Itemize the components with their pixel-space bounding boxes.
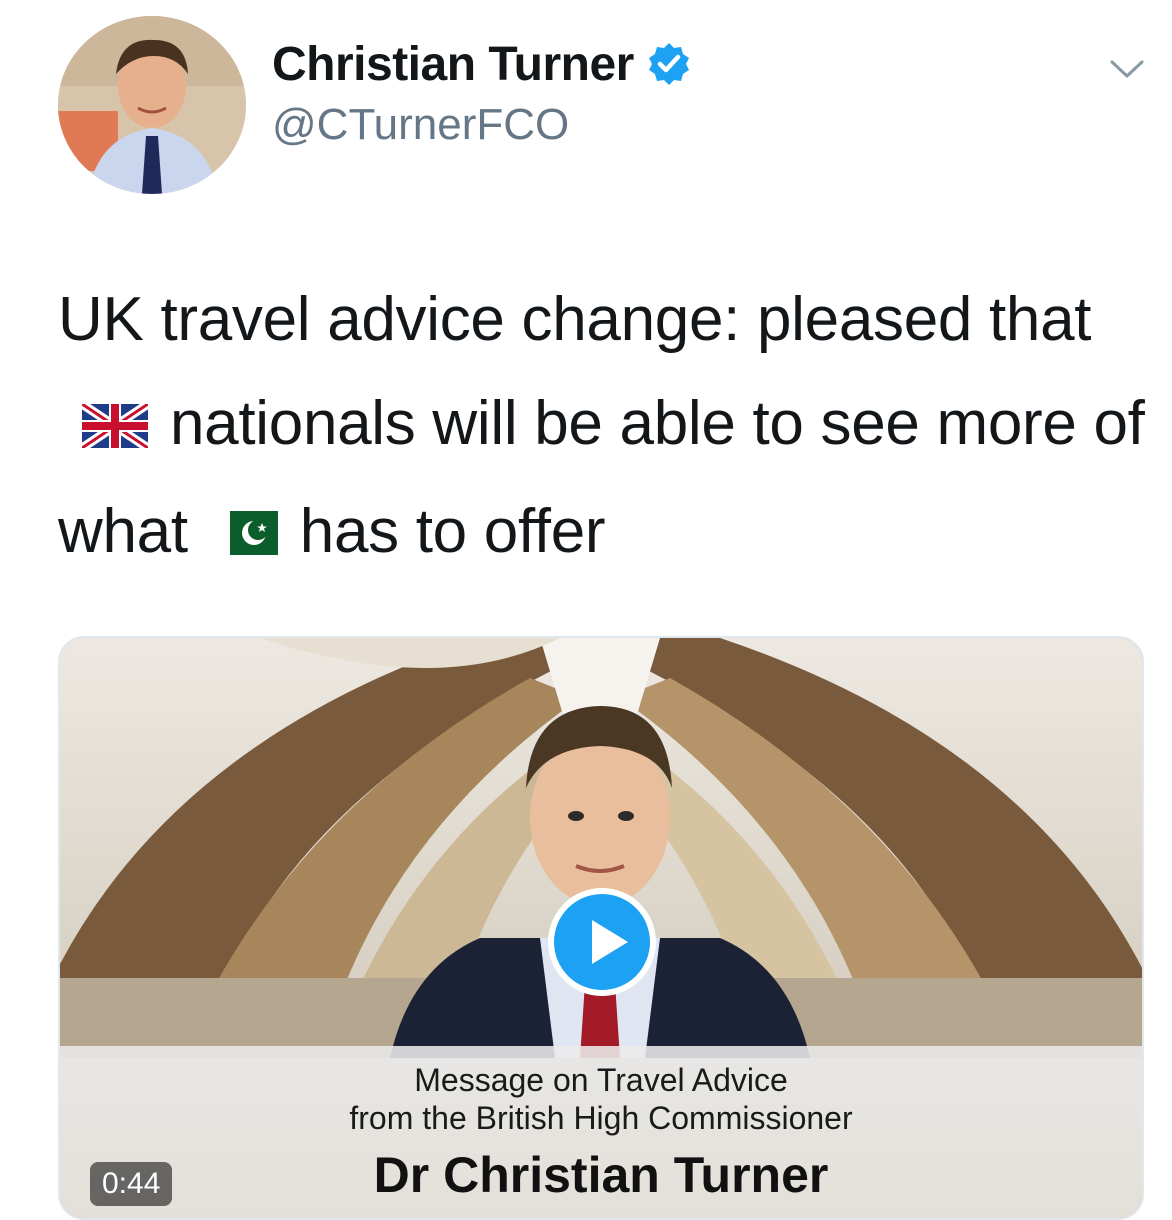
handle[interactable]: @CTurnerFCO <box>272 100 569 150</box>
display-name-row[interactable]: Christian Turner <box>272 34 692 94</box>
uk-flag-icon <box>79 376 151 480</box>
display-name[interactable]: Christian Turner <box>272 37 634 92</box>
avatar[interactable] <box>58 16 246 194</box>
profile-photo <box>58 16 246 194</box>
tweet-text-part1: UK travel advice change: pleased that <box>58 285 1092 354</box>
video-player[interactable]: Message on Travel Advice from the Britis… <box>58 636 1144 1220</box>
tweet: Christian Turner @CTurnerFCO UK travel a… <box>0 0 1172 1220</box>
play-icon <box>592 920 628 964</box>
video-duration: 0:44 <box>90 1162 173 1206</box>
verified-badge-icon <box>646 41 692 87</box>
tweet-text: UK travel advice change: pleased that na… <box>58 268 1148 587</box>
video-caption-name: Dr Christian Turner <box>373 1147 829 1203</box>
video-caption-line1: Message on Travel Advice <box>414 1062 788 1098</box>
play-button[interactable] <box>548 888 656 996</box>
video-caption-line2: from the British High Commissioner <box>349 1100 853 1136</box>
chevron-down-icon[interactable] <box>1108 56 1146 82</box>
tweet-text-part3: has to offer <box>299 496 606 566</box>
pakistan-flag-icon <box>211 483 278 587</box>
